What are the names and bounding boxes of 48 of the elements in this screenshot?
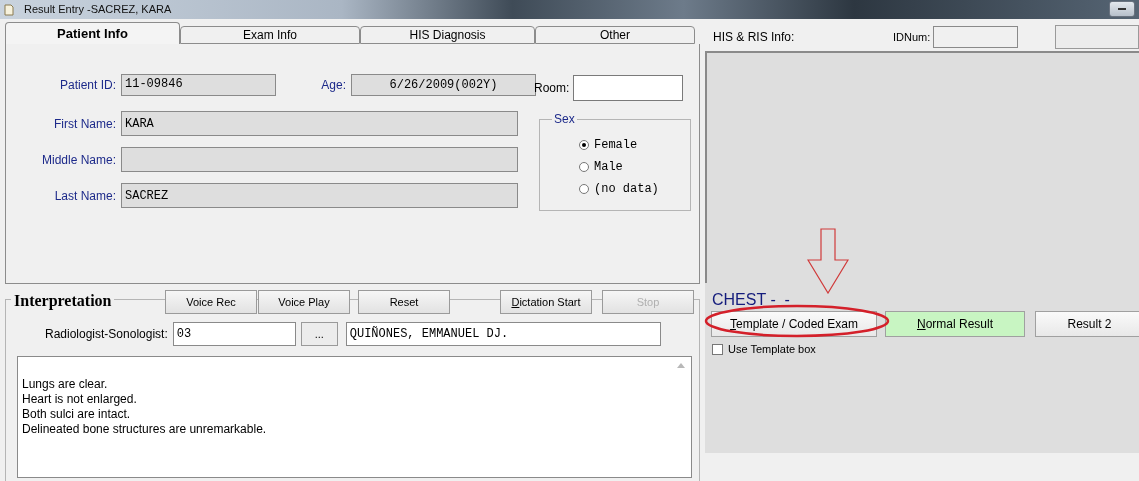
text-field[interactable] <box>121 147 518 172</box>
radio-label: Male <box>594 159 623 176</box>
tab[interactable]: Patient Info <box>5 22 180 44</box>
minimize-button[interactable] <box>1109 1 1135 17</box>
toolbar-button[interactable]: Reset <box>358 290 450 314</box>
code-field[interactable]: 03 <box>172 322 296 346</box>
unlabeled-button[interactable] <box>1054 25 1139 49</box>
report-text-area[interactable]: Lungs are clear. Heart is not enlarged. Both sulci are intact. Delineated bone structures are unremarkable. <box>17 356 692 478</box>
report-line: Both sulci are intact. <box>22 407 131 422</box>
name-field[interactable]: QUIÑONES, EMMANUEL DJ. <box>345 322 661 346</box>
checkbox[interactable] <box>712 343 723 355</box>
tab[interactable]: Other <box>535 26 695 44</box>
report-line: Lungs are clear. <box>22 377 108 392</box>
text-field[interactable]: 6/26/2009(002Y) <box>351 74 536 96</box>
report-line: Delineated bone structures are unremarkable. <box>22 422 267 437</box>
field-label: IDNum: <box>893 29 931 45</box>
window-title: Result Entry -SACREZ, KARA <box>24 2 172 18</box>
radio-label: Female <box>594 137 638 154</box>
toolbar-button[interactable]: Dictation Start <box>500 290 592 314</box>
section-label: HIS & RIS Info: <box>713 29 796 46</box>
radio-label: (no data) <box>594 181 659 198</box>
toolbar-button[interactable]: Voice Play <box>258 290 350 314</box>
field-label: Middle Name: <box>41 152 116 167</box>
field-label: Age: <box>321 78 346 92</box>
radio-button[interactable] <box>579 184 589 194</box>
text-field[interactable]: 11-09846 <box>121 74 276 96</box>
result-button[interactable]: Result 2 <box>1035 311 1139 337</box>
checkbox-label: Use Template box <box>728 342 816 357</box>
idnum-field[interactable] <box>933 26 1018 48</box>
tab[interactable]: HIS Diagnosis <box>360 26 535 44</box>
toolbar-button[interactable]: Voice Rec <box>165 290 257 314</box>
text-field[interactable]: SACREZ <box>121 183 518 208</box>
field-label: Room: <box>534 80 570 97</box>
room-field[interactable] <box>573 75 684 101</box>
field-label: Patient ID: <box>59 78 116 92</box>
field-label: Radiologist-Sonologist: <box>45 326 168 343</box>
radio-button[interactable] <box>579 162 589 172</box>
exam-title: CHEST - - <box>712 290 790 310</box>
document-icon <box>3 3 15 16</box>
field-label: Last Name: <box>54 188 116 203</box>
result-button[interactable]: Normal Result <box>885 311 1025 337</box>
browse-button[interactable]: ... <box>300 322 338 346</box>
radio-button[interactable] <box>579 140 589 150</box>
text-field[interactable]: KARA <box>121 111 518 136</box>
field-label: First Name: <box>54 116 116 131</box>
report-line: Heart is not enlarged. <box>22 392 137 407</box>
scroll-up-icon[interactable] <box>677 363 685 368</box>
tab[interactable]: Exam Info <box>180 26 360 44</box>
